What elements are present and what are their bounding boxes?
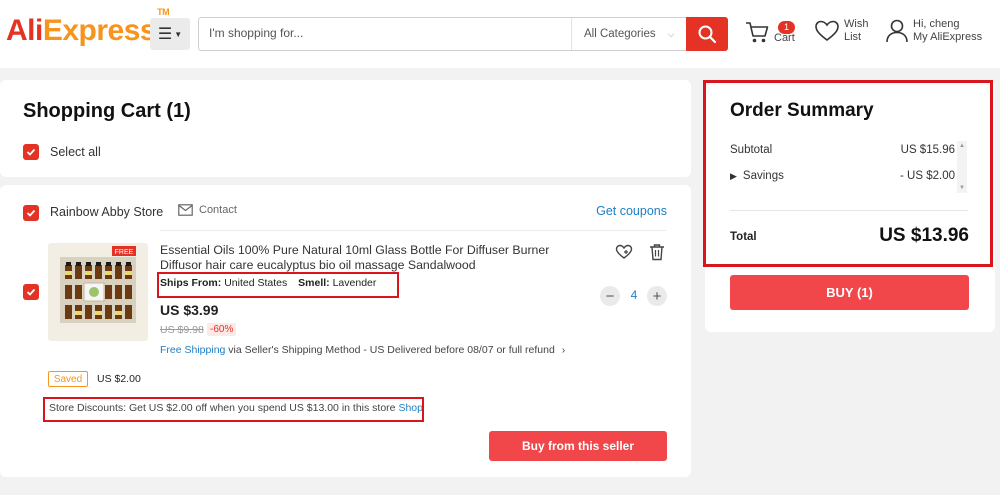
discount-badge: -60% [207,323,237,336]
account-menu-label: My AliExpress [913,31,983,43]
minus-icon: − [605,287,615,305]
total-value: US $13.96 [879,225,969,246]
smell-value: Lavender [332,277,377,289]
add-to-wishlist-button[interactable] [614,242,634,262]
search-button[interactable] [686,17,728,51]
product-price: US $3.99 [160,302,219,318]
category-menu-button[interactable]: ☰ ▼ [150,18,190,50]
get-coupons-link[interactable]: Get coupons [596,204,667,218]
check-icon [26,288,36,296]
caret-down-icon: ▼ [174,29,183,39]
product-image[interactable]: FREE [48,243,148,341]
wish-list-label: Wish List [844,18,868,44]
wish-line1: Wish [844,18,869,30]
original-price: US $9.98 [160,324,204,336]
select-all-checkbox[interactable] [23,144,39,160]
store-discount-text: Store Discounts: Get US $2.00 off when y… [49,402,396,414]
product-checkbox[interactable] [23,284,39,300]
select-all-label[interactable]: Select all [50,145,101,159]
wish-list-link[interactable]: Wish List [814,18,868,44]
logo-tm: TM [157,7,170,17]
divider [160,230,666,231]
image-badge-text: FREE [115,249,134,256]
product-properties: Ships From: United States Smell: Lavende… [160,277,376,289]
summary-scrollbar[interactable]: ▲ ▼ [957,141,967,193]
order-summary-title: Order Summary [730,100,874,121]
total-label: Total [730,231,757,243]
smell-label: Smell: [298,277,330,289]
cart-icon [746,21,769,42]
chevron-down-icon: ⌵ [667,28,675,39]
shipping-info: Free Shipping via Seller's Shipping Meth… [160,344,565,356]
contact-seller-link[interactable]: Contact [178,204,237,216]
store-name-link[interactable]: Rainbow Abby Store [50,205,163,219]
check-icon [26,209,36,217]
store-discount-info: Store Discounts: Get US $2.00 off when y… [49,402,423,414]
trash-icon [650,244,664,261]
scroll-up-icon[interactable]: ▲ [959,143,965,149]
savings-value: - US $2.00 [900,170,955,182]
account-link[interactable]: Hi, cheng My AliExpress [885,18,982,44]
cart-link[interactable]: 1 Cart [744,18,796,45]
page-title: Shopping Cart (1) [23,100,191,122]
quantity-increase-button[interactable]: + [647,286,667,306]
user-icon [886,19,908,43]
divider [730,210,968,211]
shipping-detail: via Seller's Shipping Method - US Delive… [228,344,555,356]
hamburger-icon: ☰ [157,26,173,43]
plus-icon: + [652,287,662,305]
cart-count-badge: 1 [778,21,796,34]
ships-from-label: Ships From: [160,277,222,289]
account-greeting: Hi, cheng [913,18,960,30]
caret-right-icon: ▶ [730,171,737,181]
store-shop-link[interactable]: Shop [398,402,423,414]
saved-amount: US $2.00 [97,373,141,385]
heart-plus-icon [615,244,633,259]
buy-button[interactable]: BUY (1) [730,275,969,310]
essential-oil-bottles-image: FREE [48,243,148,341]
logo-part2: Express [42,14,157,47]
heart-icon [815,20,839,42]
mail-icon [178,204,193,216]
delete-item-button[interactable] [647,242,667,262]
top-header: AliExpressTM ☰▼ All Categories ⌵ 1 Cart … [0,0,1000,68]
buy-from-seller-button[interactable]: Buy from this seller [489,431,667,461]
check-icon [26,148,36,156]
product-title[interactable]: Essential Oils 100% Pure Natural 10ml Gl… [160,243,580,273]
quantity-value[interactable]: 4 [624,288,644,302]
ships-from-value: United States [224,277,288,289]
cart-header-panel [0,80,691,177]
saved-badge: Saved [48,371,88,387]
aliexpress-logo[interactable]: AliExpressTM [6,7,170,48]
logo-part1: Ali [6,14,43,47]
free-shipping-link[interactable]: Free Shipping [160,344,225,356]
subtotal-label: Subtotal [730,144,773,156]
category-select-label: All Categories [584,28,656,40]
subtotal-value: US $15.96 [900,144,955,156]
scroll-down-icon[interactable]: ▼ [959,185,965,191]
search-icon [698,25,717,44]
chevron-right-icon[interactable]: › [562,344,566,356]
store-checkbox[interactable] [23,205,39,221]
savings-toggle[interactable]: ▶ Savings [730,170,784,182]
wish-line2: List [844,31,862,43]
search-input[interactable] [209,26,559,40]
search-bar: All Categories ⌵ [198,17,688,51]
contact-label: Contact [199,204,237,216]
account-label: Hi, cheng My AliExpress [913,18,982,44]
category-select[interactable]: All Categories ⌵ [571,18,687,50]
quantity-decrease-button[interactable]: − [600,286,620,306]
savings-label: Savings [742,170,784,182]
